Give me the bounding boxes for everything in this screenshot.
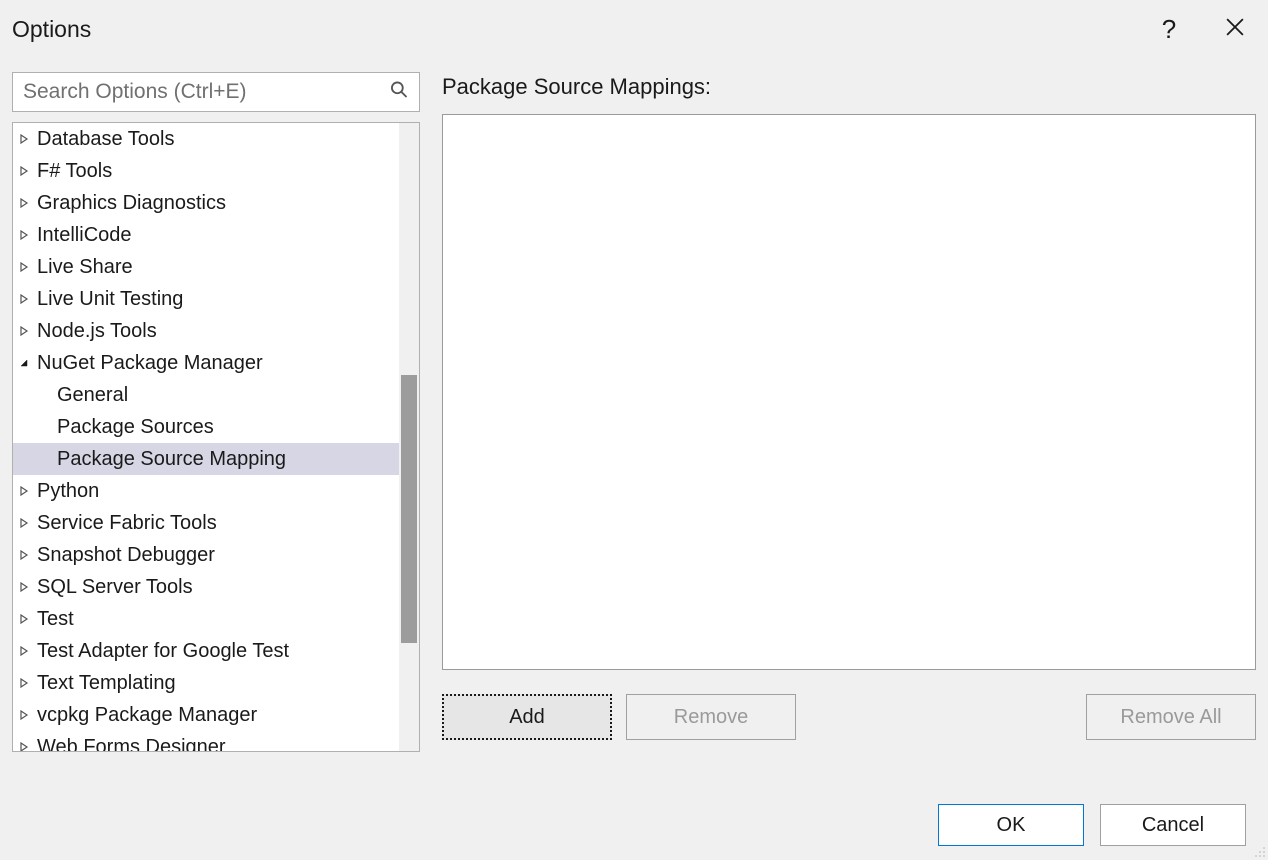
tree-item-label: Database Tools [37,123,175,155]
tree-item-label: Snapshot Debugger [37,539,215,571]
resize-grip-icon[interactable] [1250,842,1266,858]
tree-item-label: Live Unit Testing [37,283,183,315]
tree-item-graphics-diagnostics[interactable]: Graphics Diagnostics [13,187,419,219]
tree-item-package-source-mapping[interactable]: Package Source Mapping [13,443,419,475]
tree-item-database-tools[interactable]: Database Tools [13,123,419,155]
tree-item-label: IntelliCode [37,219,132,251]
tree-item-general[interactable]: General [13,379,419,411]
tree-item-label: Test Adapter for Google Test [37,635,289,667]
tree-item-f-tools[interactable]: F# Tools [13,155,419,187]
tree-item-label: Web Forms Designer [37,731,226,751]
chevron-right-icon[interactable] [17,324,31,338]
tree-item-label: vcpkg Package Manager [37,699,257,731]
tree-item-node-js-tools[interactable]: Node.js Tools [13,315,419,347]
tree-item-package-sources[interactable]: Package Sources [13,411,419,443]
chevron-right-icon[interactable] [17,164,31,178]
dialog-title: Options [12,16,1146,43]
close-button[interactable] [1212,6,1258,52]
scrollbar-thumb[interactable] [401,375,417,643]
tree-item-test-adapter-for-google-test[interactable]: Test Adapter for Google Test [13,635,419,667]
options-dialog: Options ? Database ToolsF# ToolsGraphics… [0,0,1268,860]
chevron-right-icon[interactable] [17,228,31,242]
tree-item-label: General [57,379,128,411]
tree-item-snapshot-debugger[interactable]: Snapshot Debugger [13,539,419,571]
tree-item-service-fabric-tools[interactable]: Service Fabric Tools [13,507,419,539]
tree-item-python[interactable]: Python [13,475,419,507]
chevron-right-icon[interactable] [17,708,31,722]
ok-button[interactable]: OK [938,804,1084,846]
tree-item-nuget-package-manager[interactable]: NuGet Package Manager [13,347,419,379]
mappings-list[interactable] [442,114,1256,670]
tree-item-vcpkg-package-manager[interactable]: vcpkg Package Manager [13,699,419,731]
search-input[interactable] [13,73,419,111]
tree-item-text-templating[interactable]: Text Templating [13,667,419,699]
tree-item-label: Python [37,475,99,507]
search-icon [389,80,409,105]
search-options-field[interactable] [12,72,420,112]
options-tree[interactable]: Database ToolsF# ToolsGraphics Diagnosti… [12,122,420,752]
chevron-right-icon[interactable] [17,548,31,562]
remove-button[interactable]: Remove [626,694,796,740]
help-button[interactable]: ? [1146,6,1192,52]
tree-item-label: Text Templating [37,667,176,699]
chevron-right-icon[interactable] [17,644,31,658]
tree-item-label: Graphics Diagnostics [37,187,226,219]
tree-item-web-forms-designer[interactable]: Web Forms Designer [13,731,419,751]
tree-item-test[interactable]: Test [13,603,419,635]
tree-item-label: Package Sources [57,411,214,443]
tree-scrollbar[interactable] [399,123,419,751]
tree-item-label: SQL Server Tools [37,571,193,603]
chevron-right-icon[interactable] [17,676,31,690]
tree-item-label: Node.js Tools [37,315,157,347]
title-bar: Options ? [0,0,1268,58]
help-icon: ? [1162,14,1176,45]
chevron-right-icon[interactable] [17,580,31,594]
tree-item-label: Live Share [37,251,133,283]
chevron-right-icon[interactable] [17,260,31,274]
chevron-right-icon[interactable] [17,196,31,210]
chevron-right-icon[interactable] [17,292,31,306]
tree-item-label: Service Fabric Tools [37,507,217,539]
chevron-right-icon[interactable] [17,740,31,751]
chevron-right-icon[interactable] [17,484,31,498]
chevron-right-icon[interactable] [17,516,31,530]
cancel-button[interactable]: Cancel [1100,804,1246,846]
close-icon [1226,16,1244,42]
add-button[interactable]: Add [442,694,612,740]
tree-item-live-unit-testing[interactable]: Live Unit Testing [13,283,419,315]
tree-item-label: Package Source Mapping [57,443,286,475]
tree-item-label: NuGet Package Manager [37,347,263,379]
tree-item-sql-server-tools[interactable]: SQL Server Tools [13,571,419,603]
panel-heading: Package Source Mappings: [442,74,1256,100]
chevron-right-icon[interactable] [17,612,31,626]
chevron-down-icon[interactable] [17,356,31,370]
chevron-right-icon[interactable] [17,132,31,146]
tree-item-label: F# Tools [37,155,112,187]
tree-item-intellicode[interactable]: IntelliCode [13,219,419,251]
tree-item-live-share[interactable]: Live Share [13,251,419,283]
tree-item-label: Test [37,603,74,635]
remove-all-button[interactable]: Remove All [1086,694,1256,740]
